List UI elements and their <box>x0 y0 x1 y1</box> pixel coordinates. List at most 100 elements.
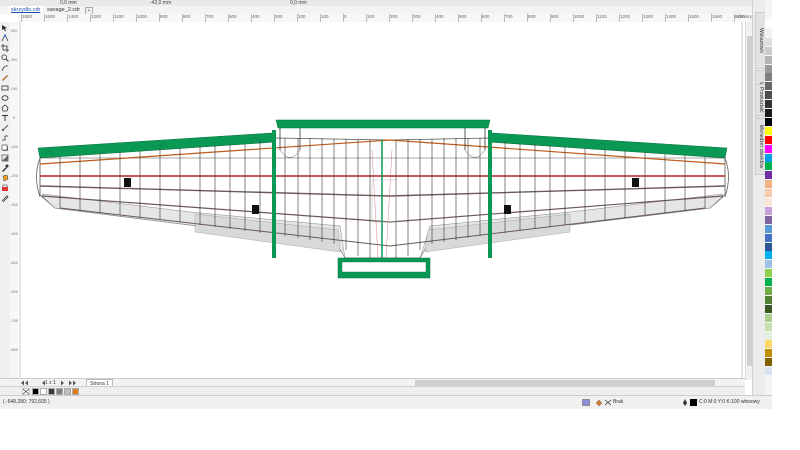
crop-tool-icon[interactable] <box>1 44 9 52</box>
palette-swatch[interactable] <box>765 55 772 64</box>
no-fill-icon <box>604 399 612 406</box>
palette-swatch[interactable] <box>765 260 772 269</box>
palette-swatch[interactable] <box>765 144 772 153</box>
ruler-tick: 700 <box>504 14 513 22</box>
ruler-tick: 800 <box>182 14 191 22</box>
palette-swatch[interactable] <box>765 28 772 37</box>
palette-swatch[interactable] <box>765 198 772 206</box>
no-color-icon[interactable] <box>22 388 30 395</box>
text-tool-icon[interactable] <box>1 114 9 122</box>
palette-swatch[interactable] <box>765 109 772 117</box>
shape-tool-icon[interactable] <box>1 34 9 42</box>
ellipse-tool-icon[interactable] <box>1 94 9 102</box>
parallel-dimension-icon[interactable] <box>1 124 9 132</box>
outline-color-swatch[interactable] <box>690 399 697 406</box>
palette-swatch[interactable] <box>765 224 772 233</box>
palette-swatch[interactable] <box>765 100 772 109</box>
palette-swatch[interactable] <box>765 358 772 367</box>
right-servo-inner <box>504 205 511 214</box>
vertical-ruler-tick: 200 <box>10 57 18 62</box>
transparency-icon[interactable] <box>1 154 9 162</box>
outline-pen-status-icon[interactable] <box>682 399 688 406</box>
document-swatch[interactable] <box>48 388 55 395</box>
document-swatch[interactable] <box>64 388 71 395</box>
drawing-canvas[interactable] <box>18 22 752 378</box>
palette-swatch[interactable] <box>765 20 772 28</box>
ruler-tick: 1100 <box>113 14 124 22</box>
left-servo-inner <box>252 205 259 214</box>
palette-swatch[interactable] <box>765 46 772 55</box>
fill-bucket-icon[interactable] <box>595 399 603 406</box>
palette-swatch[interactable] <box>765 215 772 224</box>
ruler-tick: 200 <box>389 14 398 22</box>
palette-swatch[interactable] <box>765 180 772 189</box>
docker-tabs: Wskazówki Właściwości Przekształć Menedż… <box>752 0 766 405</box>
document-swatch[interactable] <box>32 388 39 395</box>
tab-savage[interactable]: savage_2.cdr <box>44 6 83 14</box>
artistic-media-icon[interactable] <box>1 74 9 82</box>
left-root-rib <box>272 130 276 258</box>
palette-swatch[interactable] <box>765 64 772 73</box>
ruler-tick: 900 <box>159 14 168 22</box>
palette-swatch[interactable] <box>765 37 772 46</box>
palette-swatch[interactable] <box>765 295 772 304</box>
ruler-tick: 1000 <box>572 14 585 22</box>
palette-swatch[interactable] <box>765 349 772 358</box>
vertical-ruler-tick: -400 <box>10 231 19 236</box>
palette-swatch[interactable] <box>765 206 772 215</box>
palette-swatch[interactable] <box>765 91 772 100</box>
wing-drawing[interactable] <box>18 22 752 378</box>
palette-swatch[interactable] <box>765 135 772 144</box>
right-wingtip <box>724 157 729 198</box>
pick-tool-icon[interactable] <box>1 24 9 32</box>
ruler-tick: 1400 <box>664 14 677 22</box>
polygon-tool-icon[interactable] <box>1 104 9 112</box>
palette-swatch[interactable] <box>765 269 772 278</box>
ruler-tick: 1000 <box>135 14 148 22</box>
ruler-tick: 400 <box>251 14 260 22</box>
document-swatch[interactable] <box>56 388 63 395</box>
right-servo-outer <box>632 178 639 187</box>
palette-swatch[interactable] <box>765 331 772 340</box>
drop-shadow-icon[interactable] <box>1 144 9 152</box>
rectangle-tool-icon[interactable] <box>1 84 9 92</box>
tab-skrzydlo[interactable]: skrzydlo.cdr <box>8 6 44 14</box>
palette-swatch[interactable] <box>765 367 772 376</box>
freehand-tool-icon[interactable] <box>1 64 9 72</box>
palette-swatch[interactable] <box>765 126 772 135</box>
status-bar: ( -648,280; 792,605 ) Brak C:0 M:0 Y:0 K… <box>0 395 772 410</box>
interactive-fill-icon[interactable] <box>1 174 9 182</box>
palette-swatch[interactable] <box>765 304 772 313</box>
ruler-tick: 1300 <box>641 14 654 22</box>
outline-pen-icon[interactable] <box>1 194 9 202</box>
smart-fill-icon[interactable] <box>1 184 9 192</box>
palette-swatch[interactable] <box>765 162 772 171</box>
ruler-tick: 1500 <box>687 14 700 22</box>
palette-swatch[interactable] <box>765 171 772 180</box>
palette-swatch[interactable] <box>765 82 772 91</box>
palette-swatch[interactable] <box>765 73 772 82</box>
palette-swatch[interactable] <box>765 278 772 287</box>
palette-swatch[interactable] <box>765 322 772 331</box>
palette-swatch[interactable] <box>765 233 772 242</box>
eyedropper-icon[interactable] <box>1 164 9 172</box>
ruler-tick: 300 <box>274 14 283 22</box>
palette-swatch[interactable] <box>765 189 772 198</box>
fill-mode-icon[interactable] <box>582 399 590 406</box>
palette-swatch[interactable] <box>765 153 772 162</box>
palette-swatch[interactable] <box>765 251 772 260</box>
ruler-tick: 200 <box>297 14 306 22</box>
outline-label: C:0 M:0 Y:0 K:100 włosowy <box>699 399 760 405</box>
ruler-tick: 600 <box>481 14 490 22</box>
document-swatch[interactable] <box>40 388 47 395</box>
left-wingtip <box>36 157 41 198</box>
palette-swatch[interactable] <box>765 340 772 349</box>
document-swatch[interactable] <box>72 388 79 395</box>
ruler-tick: 1600 <box>710 14 723 22</box>
palette-swatch[interactable] <box>765 313 772 322</box>
palette-swatch[interactable] <box>765 242 772 251</box>
zoom-tool-icon[interactable] <box>1 54 9 62</box>
palette-swatch[interactable] <box>765 117 772 126</box>
palette-swatch[interactable] <box>765 287 772 295</box>
connector-tool-icon[interactable] <box>1 134 9 142</box>
